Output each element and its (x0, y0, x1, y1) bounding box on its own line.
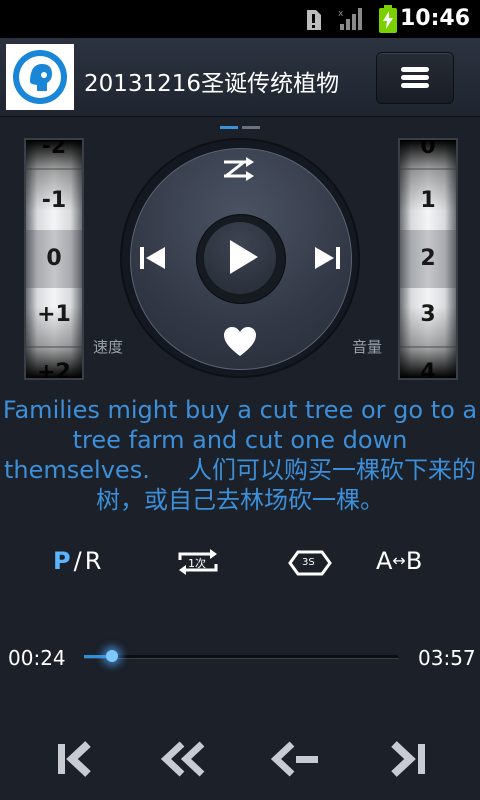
speed-label: 速度 (93, 338, 124, 356)
delay-value: 3S (302, 557, 315, 568)
alert-icon (307, 10, 321, 30)
rewind-icon[interactable] (156, 734, 216, 784)
lyrics-chinese: 人们可以购买一棵砍下来的树，或自己去林场砍一棵。 (96, 456, 476, 514)
status-time: 10:46 (399, 6, 470, 31)
ab-b-label: B (405, 547, 423, 575)
battery-charging-icon (379, 5, 397, 33)
menu-button[interactable] (376, 52, 454, 104)
record-mode-label: R (84, 547, 102, 575)
seek-bar[interactable] (84, 655, 398, 659)
menu-icon-bar (401, 83, 429, 88)
menu-icon (401, 67, 429, 72)
skip-to-end-icon[interactable] (380, 734, 440, 784)
delay-button[interactable]: 3S (288, 550, 332, 576)
header: 20131216圣诞传统植物 (0, 38, 480, 117)
shuffle-icon[interactable] (222, 154, 258, 184)
play-mode-label: P (53, 547, 71, 575)
page-indicator-active (220, 126, 238, 129)
status-bar: x 10:46 (0, 0, 480, 38)
total-time: 03:57 (418, 646, 476, 670)
current-time: 00:24 (8, 646, 66, 670)
drum-shade (400, 140, 456, 378)
ab-a-label: A (376, 547, 393, 575)
page-indicator (242, 126, 260, 129)
svg-text:x: x (338, 9, 344, 19)
mode-slash: / (73, 547, 82, 575)
next-icon[interactable] (312, 244, 342, 272)
back-sentence-icon[interactable] (268, 734, 328, 784)
previous-icon[interactable] (138, 244, 168, 272)
play-record-toggle[interactable]: P / R (53, 547, 101, 575)
play-icon[interactable] (228, 238, 260, 276)
skip-to-start-icon[interactable] (52, 734, 112, 784)
seek-bar-thumb[interactable] (106, 650, 118, 662)
heart-icon[interactable] (222, 326, 258, 358)
ab-arrow-icon: ↔ (392, 551, 406, 570)
signal-icon: x (338, 8, 362, 30)
repeat-once-button[interactable]: 1次 (176, 548, 220, 576)
page-title: 20131216圣诞传统植物 (84, 71, 340, 97)
app-logo (6, 44, 74, 110)
lyrics: Families might buy a cut tree or go to a… (0, 395, 480, 515)
ab-repeat-button[interactable]: A↔B (376, 547, 422, 575)
drum-shade (26, 140, 82, 378)
menu-icon-bar (401, 75, 429, 80)
volume-drum[interactable]: 0 1 2 3 4 (398, 138, 458, 380)
speed-drum[interactable]: -2 -1 0 +1 +2 (24, 138, 84, 380)
volume-label: 音量 (352, 338, 383, 356)
repeat-count: 1次 (188, 557, 206, 570)
